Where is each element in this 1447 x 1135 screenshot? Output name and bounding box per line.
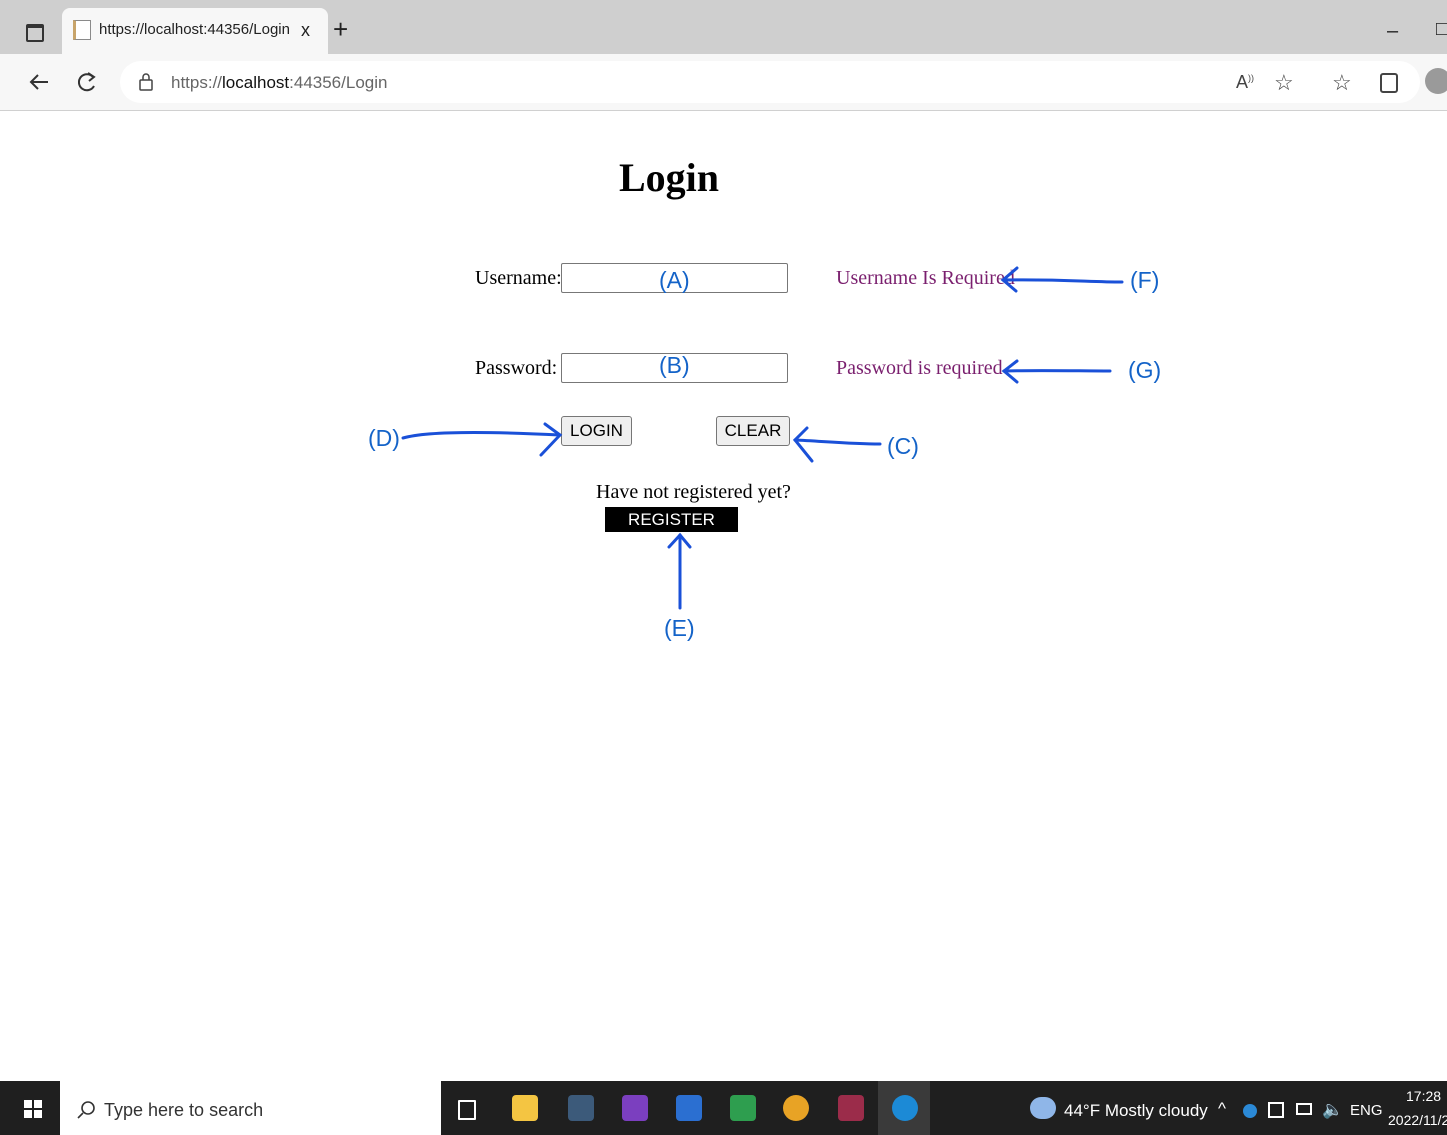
language-indicator[interactable]: ENG (1350, 1102, 1383, 1119)
network-icon[interactable] (1296, 1103, 1312, 1115)
tray-icon-1[interactable] (1243, 1104, 1257, 1118)
edge-icon[interactable] (892, 1095, 918, 1121)
arrowhead-c (792, 426, 814, 463)
arrow-d (401, 430, 562, 440)
arrowhead-d (539, 422, 563, 457)
task-view-icon[interactable] (458, 1100, 476, 1120)
weather-icon[interactable] (1030, 1097, 1056, 1119)
app-icon-3[interactable] (730, 1095, 756, 1121)
search-icon (77, 1101, 95, 1119)
clock-time[interactable]: 17:28 (1406, 1088, 1441, 1104)
file-explorer-icon[interactable] (512, 1095, 538, 1121)
windows-start-icon[interactable] (24, 1100, 42, 1118)
arrow-f (1001, 278, 1124, 284)
app-icon-1[interactable] (568, 1095, 594, 1121)
arrow-c (793, 438, 882, 446)
chevron-up-icon[interactable]: ^ (1218, 1099, 1226, 1119)
visual-studio-icon[interactable] (622, 1095, 648, 1121)
weather-text[interactable]: 44°F Mostly cloudy (1064, 1101, 1208, 1121)
clock-date[interactable]: 2022/11/2 (1388, 1112, 1447, 1128)
winrar-icon[interactable] (838, 1095, 864, 1121)
chrome-icon[interactable] (783, 1095, 809, 1121)
app-icon-2[interactable] (676, 1095, 702, 1121)
volume-icon[interactable]: 🔈 (1322, 1100, 1343, 1120)
search-placeholder: Type here to search (104, 1100, 264, 1120)
annotation-arrows (401, 266, 1124, 610)
tray-icon-2[interactable] (1268, 1102, 1284, 1118)
